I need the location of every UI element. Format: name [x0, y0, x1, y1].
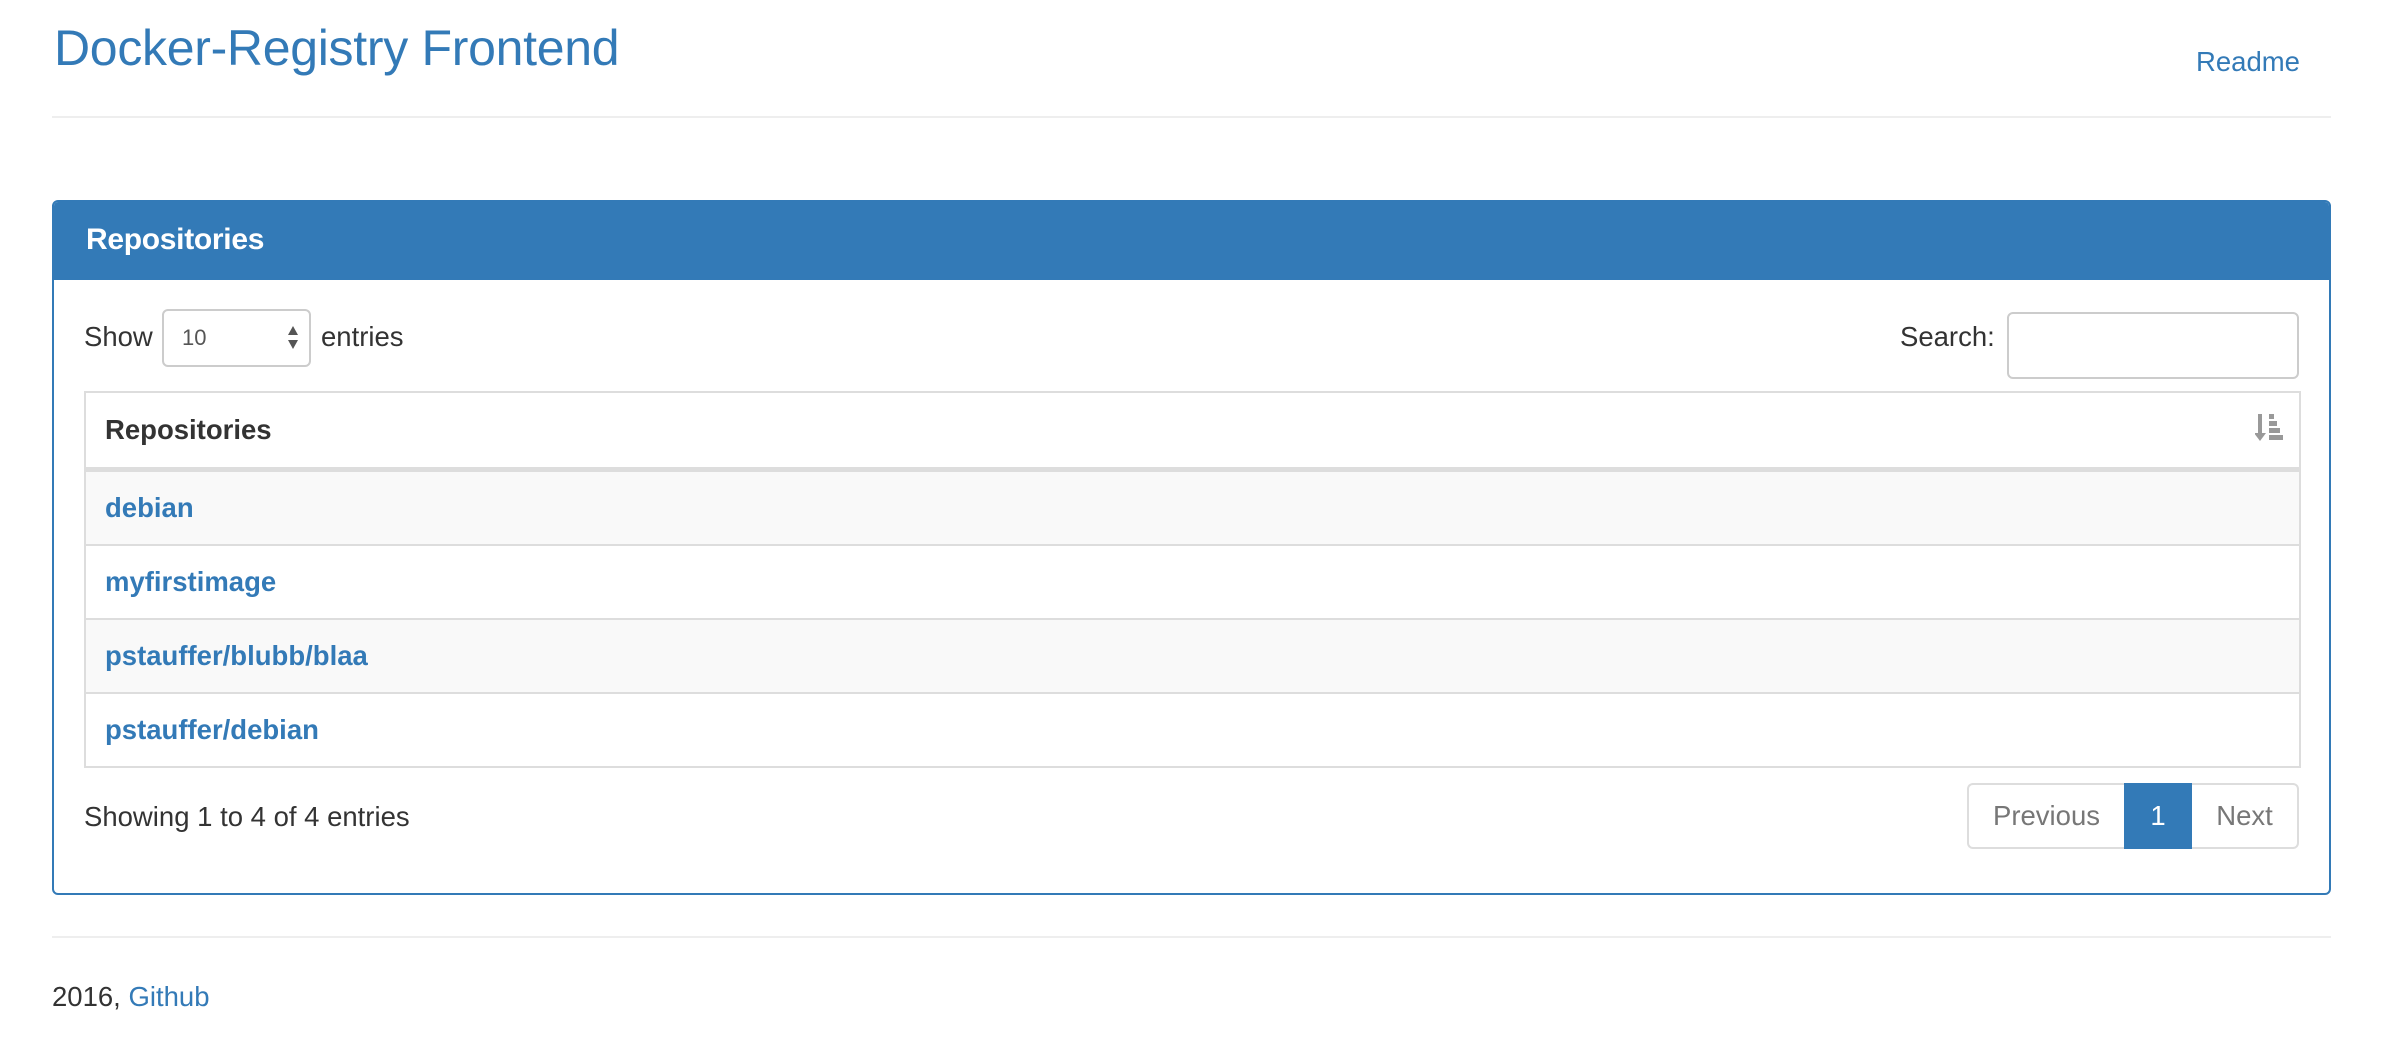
- panel-heading: Repositories: [54, 202, 2329, 280]
- repository-link[interactable]: pstauffer/debian: [105, 714, 319, 746]
- repository-link[interactable]: myfirstimage: [105, 566, 276, 598]
- column-header-repositories[interactable]: Repositories: [86, 393, 2299, 472]
- select-updown-icon: [288, 326, 298, 349]
- footer: 2016, Github: [52, 980, 210, 1014]
- entries-label: entries: [321, 321, 404, 352]
- repositories-table: Repositories debian myfirstimage pstauff…: [84, 391, 2301, 768]
- table-info: Showing 1 to 4 of 4 entries: [84, 801, 410, 832]
- footer-year: 2016,: [52, 981, 121, 1012]
- entries-per-page-select[interactable]: 10: [162, 309, 311, 367]
- table-row: myfirstimage: [86, 546, 2299, 620]
- footer-divider: [52, 936, 2331, 938]
- entries-per-page-value: 10: [182, 325, 207, 350]
- panel-title: Repositories: [86, 223, 265, 256]
- next-button[interactable]: Next: [2192, 783, 2299, 849]
- table-row: pstauffer/debian: [86, 694, 2299, 768]
- search-input[interactable]: [2007, 312, 2299, 379]
- repository-link[interactable]: pstauffer/blubb/blaa: [105, 640, 368, 672]
- readme-link[interactable]: Readme: [2196, 45, 2300, 79]
- github-link[interactable]: Github: [128, 981, 209, 1012]
- repositories-panel: Repositories Show 10 entries Search: Rep…: [52, 200, 2331, 895]
- previous-button[interactable]: Previous: [1967, 783, 2124, 849]
- sort-by-attributes-icon: [2255, 414, 2283, 441]
- header-divider: [52, 116, 2331, 118]
- table-row: debian: [86, 472, 2299, 546]
- site-title[interactable]: Docker-Registry Frontend: [54, 18, 620, 78]
- table-row: pstauffer/blubb/blaa: [86, 620, 2299, 694]
- search-label: Search:: [1900, 321, 1995, 352]
- pagination: Previous 1 Next: [1967, 783, 2299, 849]
- column-header-label: Repositories: [105, 414, 272, 445]
- page-1-button[interactable]: 1: [2124, 783, 2192, 849]
- repository-link[interactable]: debian: [105, 492, 194, 524]
- show-label: Show: [84, 321, 153, 352]
